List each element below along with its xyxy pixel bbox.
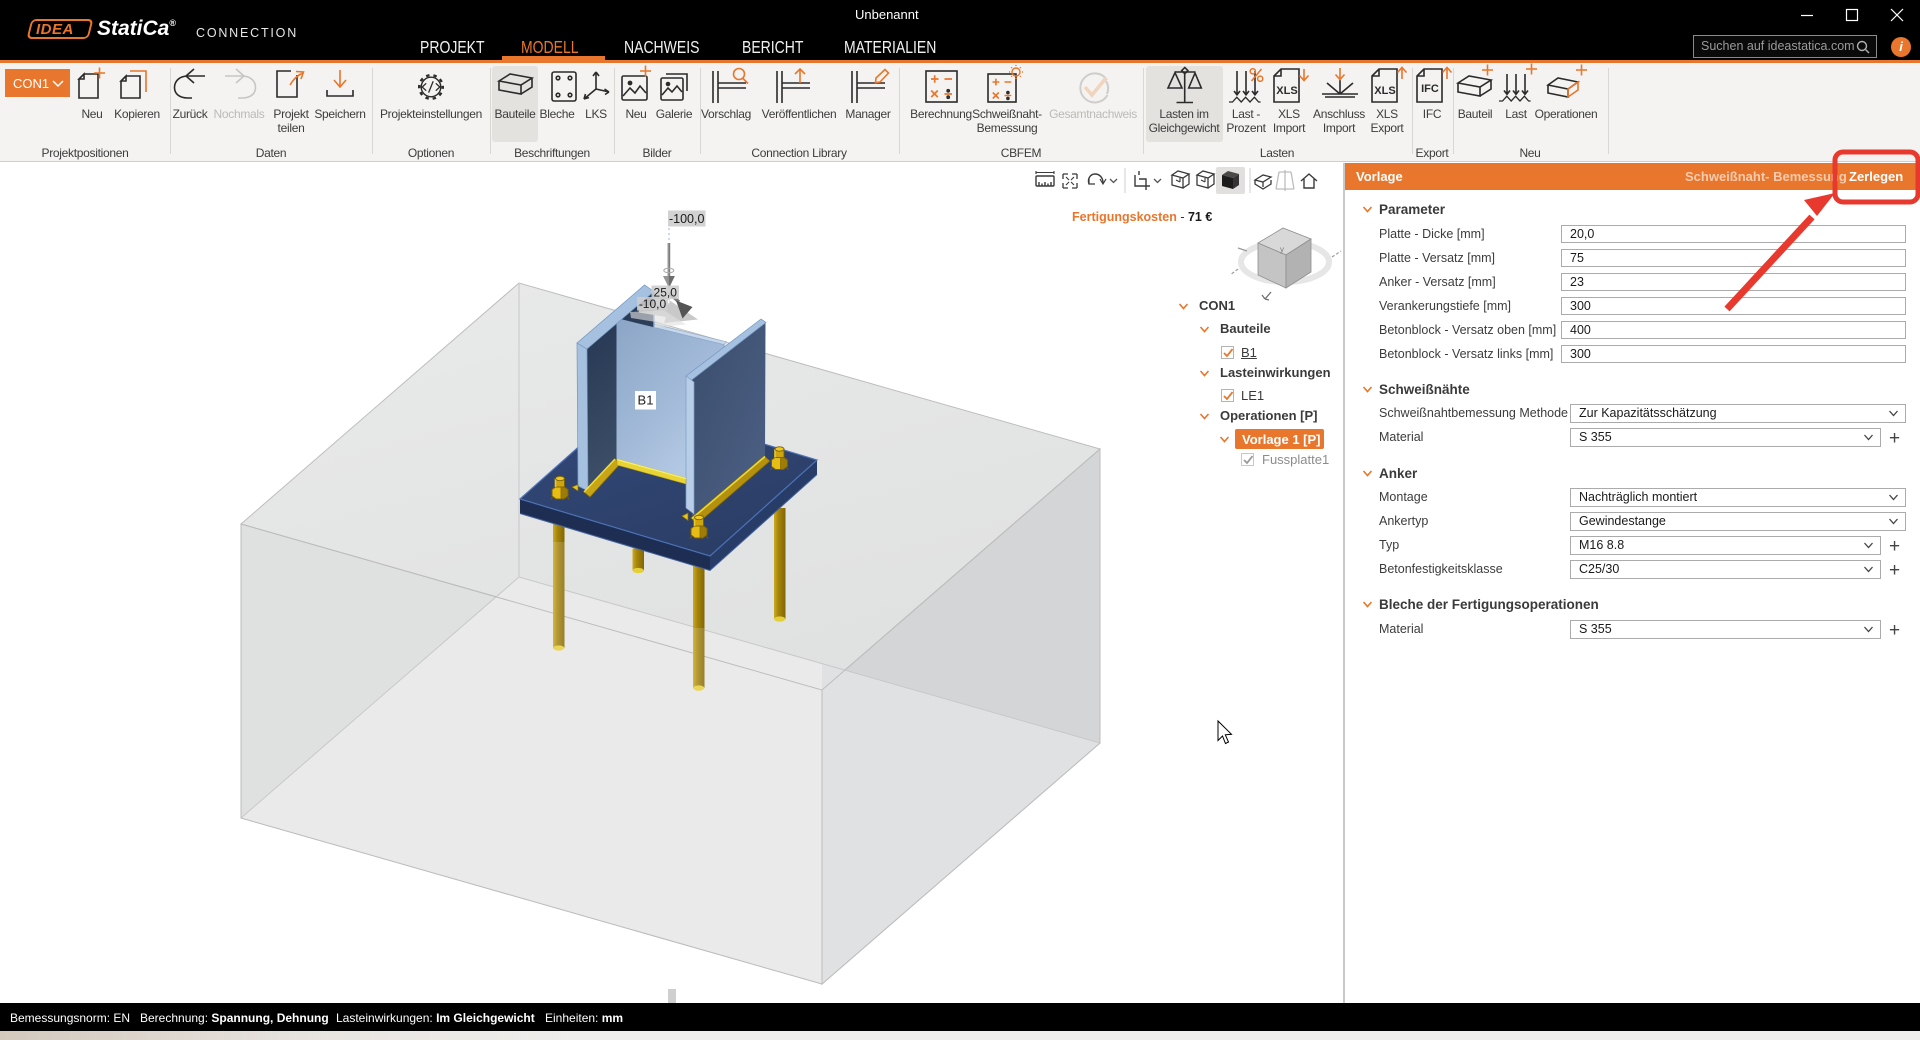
svg-text:-100,0: -100,0 bbox=[669, 212, 704, 226]
svg-text:IFC: IFC bbox=[1421, 83, 1439, 95]
svg-text:B1: B1 bbox=[638, 393, 654, 408]
svg-text:XLS: XLS bbox=[1374, 85, 1395, 97]
svg-text:XLS: XLS bbox=[1276, 85, 1297, 97]
svg-text:-10,0: -10,0 bbox=[639, 297, 667, 311]
svg-text:y: y bbox=[1280, 245, 1284, 254]
